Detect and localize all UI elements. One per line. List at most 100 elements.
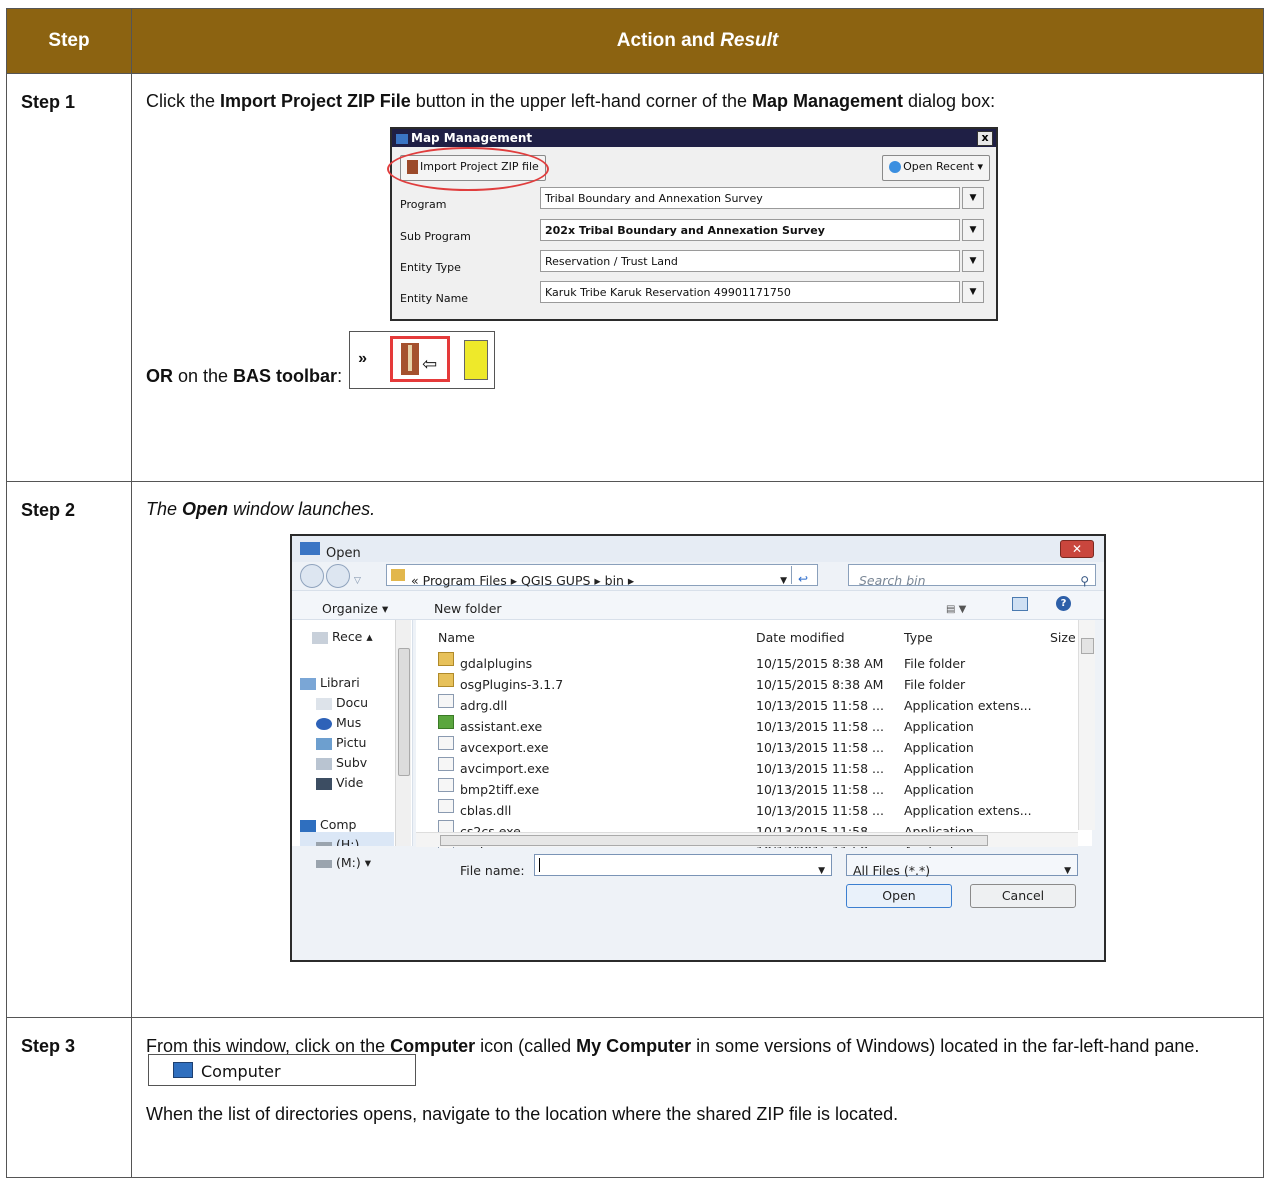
step-3-text: From this window, click on the Computer … [146, 1032, 1249, 1092]
chevron-down-icon[interactable]: ▼ [962, 281, 984, 303]
highlight-oval [387, 147, 549, 191]
step-2-row: Step 2 The Open window launches. Open ✕ … [6, 481, 1264, 1018]
exe-icon [438, 778, 454, 792]
file-list-header: Name Date modified Type Size [416, 620, 1092, 645]
chevron-down-icon[interactable]: ▼ [962, 250, 984, 272]
file-row[interactable]: avcexport.exe 10/13/2015 11:58 ... Applica… [416, 733, 1092, 755]
file-type-select[interactable]: All Files (*.*) ▼ [846, 854, 1078, 878]
file-row[interactable]: cblas.dll 10/13/2015 11:58 ... Application… [416, 796, 1092, 818]
nav-item-drive-m[interactable]: (M:) ▾ [316, 850, 371, 876]
nav-pane-scrollbar[interactable] [395, 620, 411, 846]
open-recent-button[interactable]: Open Recent ▾ [882, 155, 990, 181]
file-list: Name Date modified Type Size gdalplugins… [416, 620, 1092, 848]
folder-icon [438, 652, 454, 666]
computer-icon [300, 819, 316, 832]
organize-button[interactable]: Organize ▾ [322, 596, 388, 622]
music-icon [316, 717, 332, 730]
zip-export-icon[interactable] [464, 340, 489, 380]
step-2-action: The Open window launches. Open ✕ ▽ « Pro… [131, 481, 1264, 1018]
computer-icon [173, 1062, 193, 1078]
step-2-text: The Open window launches. [146, 499, 376, 519]
entity-type-select[interactable]: Reservation / Trust Land [540, 250, 960, 272]
gups-icon [396, 133, 408, 144]
step-3-instruction: When the list of directories opens, navi… [146, 1104, 899, 1124]
step-3-row: Step 3 From this window, click on the Co… [6, 1017, 1264, 1178]
file-row[interactable]: adrg.dll 10/13/2015 11:58 ... Application … [416, 691, 1092, 713]
close-button[interactable]: x [977, 131, 993, 146]
document-icon [316, 697, 332, 710]
step-column-header: Step [6, 8, 132, 74]
type-column-header[interactable]: Type [904, 625, 933, 651]
address-bar[interactable]: « Program Files ▸ QGIS GUPS ▸ bin ▸ ▼ ↩ [386, 564, 818, 588]
forward-button[interactable] [326, 564, 350, 588]
file-name-label: File name: [460, 863, 525, 878]
steps-table: Step Action and Result Step 1 Click the … [6, 8, 1264, 1178]
dll-icon [438, 799, 454, 813]
entity-type-row: Entity Type Reservation / Trust Land ▼ [400, 250, 988, 274]
folder-icon [438, 673, 454, 687]
video-icon [316, 777, 332, 790]
library-icon [300, 677, 316, 690]
name-column-header[interactable]: Name [438, 625, 475, 651]
program-select[interactable]: Tribal Boundary and Annexation Survey [540, 187, 960, 209]
exe-icon [438, 757, 454, 771]
step-1-label: Step 1 [6, 73, 132, 482]
date-column-header[interactable]: Date modified [756, 625, 845, 651]
file-list-horizontal-scrollbar[interactable] [416, 832, 1078, 847]
step-1-text: Click the Import Project ZIP File button… [146, 91, 996, 111]
open-titlebar: Open ✕ [292, 536, 1104, 562]
step-2-label: Step 2 [6, 481, 132, 1018]
search-input[interactable]: Search bin ⚲ [848, 564, 1096, 588]
map-management-dialog: Map Management x Import Project ZIP file… [387, 127, 998, 321]
network-drive-icon [316, 859, 332, 868]
file-row[interactable]: avcimport.exe 10/13/2015 11:58 ... Applica… [416, 754, 1092, 776]
header-row: Step Action and Result [6, 8, 1264, 74]
recent-icon [889, 161, 902, 173]
nav-item-recent[interactable]: Rece ▴ [312, 624, 394, 650]
file-list-vertical-scrollbar[interactable] [1078, 620, 1095, 830]
nav-item-drive-h[interactable]: (H:) [300, 832, 394, 846]
action-column-header: Action and Result [131, 8, 1264, 74]
bas-toolbar-image: » ⇦ [349, 331, 496, 389]
nav-item-videos[interactable]: Vide [316, 770, 394, 796]
qt-assistant-icon [438, 715, 454, 729]
open-file-dialog: Open ✕ ▽ « Program Files ▸ QGIS GUPS ▸ b… [290, 534, 1106, 962]
chevron-down-icon[interactable]: ▼ [1064, 858, 1071, 884]
program-row: Program Tribal Boundary and Annexation S… [400, 187, 988, 211]
entity-name-select[interactable]: Karuk Tribe Karuk Reservation 4990117175… [540, 281, 960, 303]
chevron-down-icon[interactable]: ▼ [818, 858, 825, 884]
instruction-document: Step Action and Result Step 1 Click the … [0, 0, 1268, 1178]
file-row[interactable]: osgPlugins-3.1.7 10/15/2015 8:38 AM File f… [416, 670, 1092, 692]
file-row[interactable]: bmp2tiff.exe 10/13/2015 11:58 ... Applicat… [416, 775, 1092, 797]
preview-pane-icon[interactable] [1012, 597, 1028, 611]
entity-name-row: Entity Name Karuk Tribe Karuk Reservatio… [400, 281, 988, 305]
back-button[interactable] [300, 564, 324, 588]
import-zip-icon[interactable]: ⇦ [390, 336, 451, 382]
step-3-action: From this window, click on the Computer … [131, 1017, 1264, 1178]
chevron-right-icon[interactable]: » [358, 346, 367, 372]
file-row[interactable]: gdalplugins 10/15/2015 8:38 AM File folder [416, 649, 1092, 671]
open-button[interactable]: Open [846, 884, 952, 908]
map-management-titlebar: Map Management x [392, 129, 996, 147]
size-column-header[interactable]: Size [1050, 625, 1076, 651]
file-name-input[interactable]: ▼ [534, 854, 832, 876]
close-button[interactable]: ✕ [1060, 540, 1094, 558]
subversion-icon [316, 757, 332, 770]
step-3-label: Step 3 [6, 1017, 132, 1178]
nav-buttons: ▽ [300, 564, 386, 588]
pictures-icon [316, 737, 332, 750]
help-icon[interactable]: ? [1056, 596, 1071, 611]
command-bar: Organize ▾ New folder ▤ ▼ ? [292, 590, 1104, 620]
file-row[interactable]: assistant.exe 10/13/2015 11:58 ... Applica… [416, 712, 1092, 734]
result-word: Result [720, 30, 779, 51]
chevron-down-icon[interactable]: ▼ [962, 219, 984, 241]
refresh-icon[interactable]: ↩ [791, 566, 814, 586]
dll-icon [438, 694, 454, 708]
new-folder-button[interactable]: New folder [434, 596, 502, 622]
chevron-down-icon[interactable]: ▼ [962, 187, 984, 209]
sub-program-row: Sub Program 202x Tribal Boundary and Ann… [400, 219, 988, 243]
sub-program-select[interactable]: 202x Tribal Boundary and Annexation Surv… [540, 219, 960, 241]
view-options-icon[interactable]: ▤ ▼ [946, 597, 980, 615]
step-1-action: Click the Import Project ZIP File button… [131, 73, 1264, 482]
cancel-button[interactable]: Cancel [970, 884, 1076, 908]
